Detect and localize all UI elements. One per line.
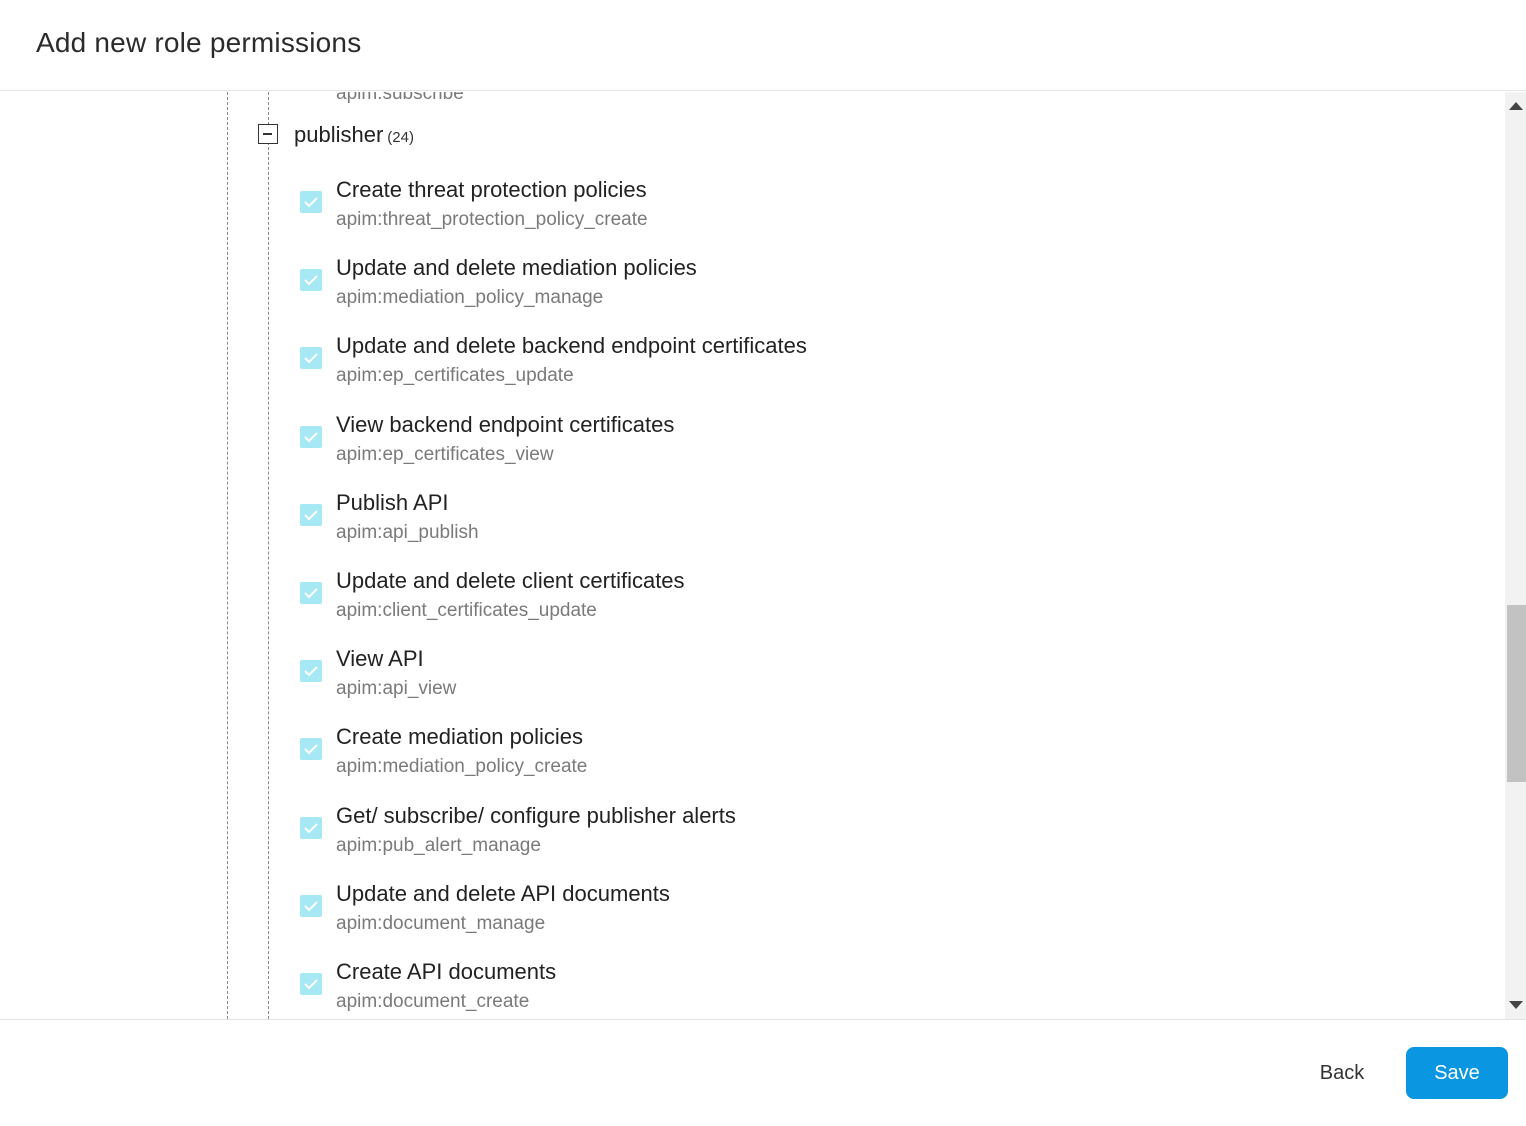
permission-label: Update and delete mediation policies <box>336 255 697 280</box>
permission-label: Create API documents <box>336 959 557 984</box>
permission-code: apim:client_certificates_update <box>336 600 597 621</box>
checkbox-checked-icon[interactable] <box>300 973 322 995</box>
permission-code: apim:pub_alert_manage <box>336 835 541 856</box>
permission-label: Update and delete API documents <box>336 881 670 906</box>
tree-guide-line <box>227 92 228 1019</box>
checkbox-checked-icon[interactable] <box>300 660 322 682</box>
permission-label: View API <box>336 646 424 671</box>
permission-label: Update and delete backend endpoint certi… <box>336 333 807 358</box>
checkbox-checked-icon[interactable] <box>300 895 322 917</box>
permission-item[interactable]: Publish API apim:api_publish <box>300 490 1200 561</box>
back-button[interactable]: Back <box>1302 1047 1382 1099</box>
permission-code: apim:api_publish <box>336 522 479 543</box>
scroll-up-arrow-icon[interactable] <box>1509 102 1523 110</box>
permission-code: apim:ep_certificates_view <box>336 444 554 465</box>
group-name: publisher <box>294 122 384 147</box>
permission-item[interactable]: View API apim:api_view <box>300 646 1200 717</box>
tree-guide-line <box>268 92 269 1019</box>
dialog-title: Add new role permissions <box>36 27 362 58</box>
permission-item[interactable]: Update and delete mediation policies api… <box>300 255 1200 326</box>
checkbox-checked-icon[interactable] <box>300 582 322 604</box>
permission-label: Create mediation policies <box>336 724 584 749</box>
permission-item[interactable]: View backend endpoint certificates apim:… <box>300 412 1200 483</box>
permission-item[interactable]: Create threat protection policies apim:t… <box>300 177 1200 248</box>
vertical-scrollbar[interactable] <box>1505 92 1526 1019</box>
scroll-down-arrow-icon[interactable] <box>1509 1001 1523 1009</box>
permission-code: apim:threat_protection_policy_create <box>336 209 648 230</box>
dialog-header: Add new role permissions <box>0 0 1526 91</box>
collapse-icon[interactable] <box>258 124 278 144</box>
dialog-footer: Back Save <box>0 1019 1526 1126</box>
permission-item[interactable]: Update and delete backend endpoint certi… <box>300 333 1200 404</box>
permission-item[interactable]: Update and delete client certificates ap… <box>300 568 1200 639</box>
group-count: (24) <box>387 129 414 146</box>
permission-code: apim:api_view <box>336 678 457 699</box>
checkbox-checked-icon[interactable] <box>300 738 322 760</box>
permission-label: Publish API <box>336 490 449 515</box>
permission-item[interactable]: Get/ subscribe/ configure publisher aler… <box>300 803 1200 874</box>
checkbox-checked-icon[interactable] <box>300 269 322 291</box>
permission-code: apim:mediation_policy_create <box>336 756 588 777</box>
checkbox-checked-icon[interactable] <box>300 191 322 213</box>
scrollbar-thumb[interactable] <box>1507 605 1526 782</box>
checkbox-checked-icon[interactable] <box>300 504 322 526</box>
save-button[interactable]: Save <box>1406 1047 1508 1099</box>
permission-label: View backend endpoint certificates <box>336 412 675 437</box>
permission-tree: apim:subscribe publisher (24) Create thre… <box>0 92 1505 1019</box>
permission-code: apim:document_manage <box>336 913 546 934</box>
checkbox-checked-icon[interactable] <box>300 817 322 839</box>
permission-code: apim:document_create <box>336 991 530 1012</box>
previous-permission-code: apim:subscribe <box>336 92 464 104</box>
permission-code: apim:mediation_policy_manage <box>336 287 604 308</box>
permission-label: Update and delete client certificates <box>336 568 685 593</box>
permission-item[interactable]: Create API documents apim:document_creat… <box>300 959 1200 1019</box>
permission-label: Get/ subscribe/ configure publisher aler… <box>336 803 736 828</box>
permission-code: apim:ep_certificates_update <box>336 365 574 386</box>
checkbox-checked-icon[interactable] <box>300 426 322 448</box>
checkbox-checked-icon[interactable] <box>300 347 322 369</box>
permission-item[interactable]: Create mediation policies apim:mediation… <box>300 724 1200 795</box>
permission-label: Create threat protection policies <box>336 177 647 202</box>
permission-item[interactable]: Update and delete API documents apim:doc… <box>300 881 1200 952</box>
